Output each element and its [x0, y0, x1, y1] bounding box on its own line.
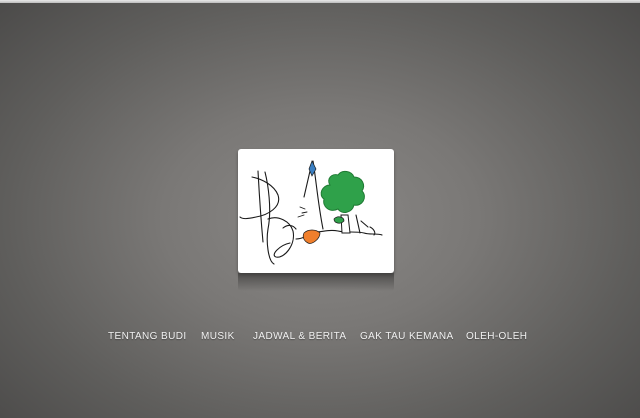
signature-mark — [239, 160, 383, 265]
nav-item-oleh-oleh[interactable]: OLEH-OLEH — [466, 331, 527, 342]
nav-item-jadwal-berita[interactable]: JADWAL & BERITA — [253, 331, 346, 342]
logo-reflection — [238, 273, 394, 291]
nav-item-musik[interactable]: MUSIK — [201, 331, 235, 342]
logo-card[interactable] — [238, 149, 394, 273]
nav-item-tentang-budi[interactable]: TENTANG BUDI — [108, 331, 187, 342]
nav-item-gak-tau-kemana[interactable]: GAK TAU KEMANA — [360, 331, 454, 342]
main-nav: TENTANG BUDI MUSIK JADWAL & BERITA GAK T… — [0, 331, 640, 345]
sun-icon — [302, 229, 321, 244]
logo-drawing — [239, 160, 383, 265]
browser-top-edge — [0, 0, 640, 3]
